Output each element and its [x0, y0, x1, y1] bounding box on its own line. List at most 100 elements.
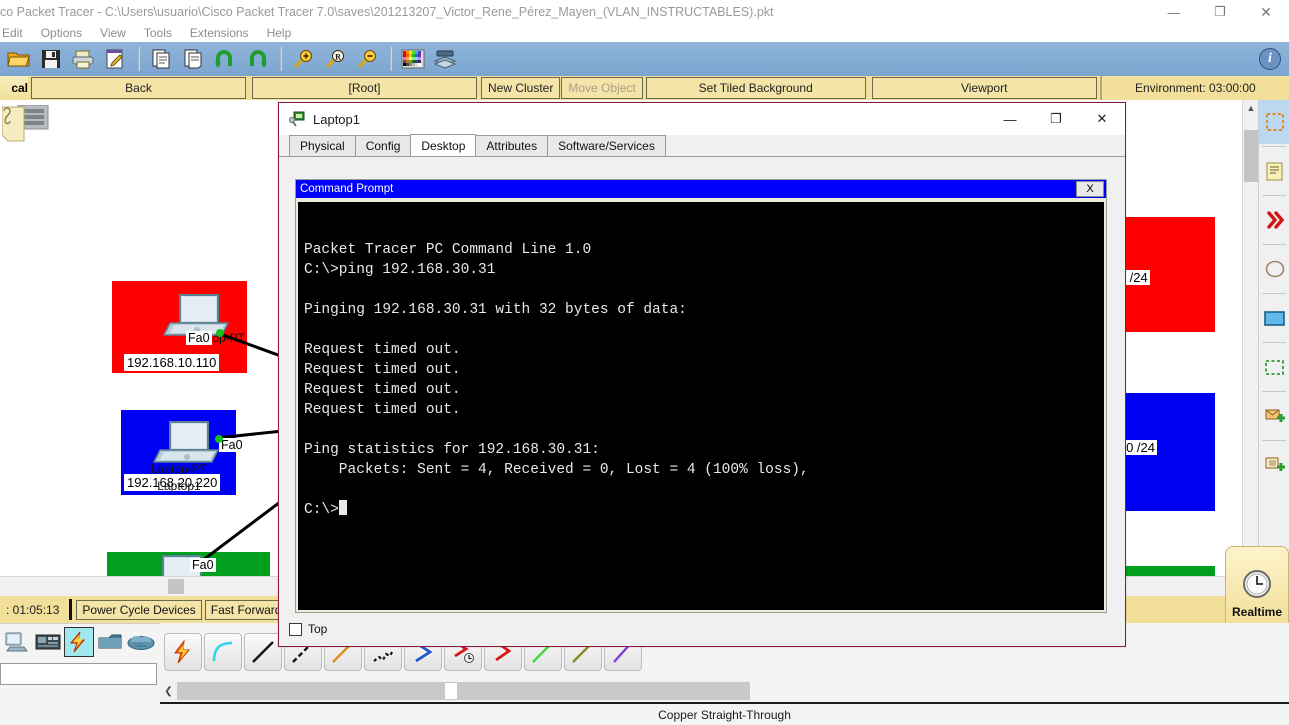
root-button[interactable]: [Root]	[252, 77, 477, 99]
scroll-left-arrow-icon[interactable]: ❮	[160, 682, 177, 700]
connections-icon[interactable]	[64, 627, 94, 657]
command-prompt-window: Command Prompt X Packet Tracer PC Comman…	[295, 179, 1107, 613]
device-icon	[289, 111, 305, 127]
save-icon[interactable]	[36, 45, 66, 73]
dialog-title-bar: Laptop1 — ❐ ✕	[279, 103, 1125, 135]
note-tool-icon[interactable]	[1259, 149, 1289, 193]
tab-software-services[interactable]: Software/Services	[547, 135, 666, 156]
menu-bar: Edit Options View Tools Extensions Help	[0, 24, 1289, 42]
device-type-palette	[0, 623, 160, 725]
tool-separator-7	[1262, 440, 1286, 441]
packet-tracer-window: co Packet Tracer - C:\Users\usuario\Cisc…	[0, 0, 1289, 725]
bottom-divider	[69, 599, 72, 620]
horizontal-scroll-thumb[interactable]	[445, 683, 457, 699]
terminal-text: Packet Tracer PC Command Line 1.0 C:\>pi…	[304, 242, 809, 518]
workspace-vertical-scrollbar[interactable]: ▲ ▼	[1242, 100, 1258, 576]
menu-item-options[interactable]: Options	[32, 26, 91, 40]
wan-cloud-icon[interactable]	[126, 627, 156, 657]
menu-item-extensions[interactable]: Extensions	[181, 26, 258, 40]
cable-palette-scrollbar[interactable]: ❮	[160, 681, 1289, 701]
power-cycle-devices-button[interactable]: Power Cycle Devices	[76, 600, 201, 620]
copper-straight-through-icon[interactable]	[244, 633, 282, 671]
new-cluster-button[interactable]: New Cluster	[481, 77, 560, 99]
zoom-reset-icon[interactable]: R	[320, 45, 350, 73]
window-title: co Packet Tracer - C:\Users\usuario\Cisc…	[0, 5, 774, 19]
viewport-button[interactable]: Viewport	[872, 77, 1097, 99]
resize-shape-tool-icon[interactable]	[1259, 345, 1289, 389]
scroll-up-arrow-icon[interactable]: ▲	[1243, 100, 1259, 116]
dialog-minimize-button[interactable]: —	[987, 103, 1033, 135]
status-bar: Copper Straight-Through	[160, 702, 1289, 725]
activity-wizard-icon[interactable]	[100, 45, 130, 73]
console-cable-icon[interactable]	[204, 633, 242, 671]
end-devices-pc-icon[interactable]	[2, 627, 32, 657]
realtime-mode-tab[interactable]: Realtime	[1225, 546, 1289, 623]
maximize-button[interactable]: ❐	[1197, 0, 1243, 24]
device-type-row	[0, 624, 160, 660]
menu-item-edit[interactable]: Edit	[0, 26, 32, 40]
custom-devices-icon[interactable]	[430, 45, 460, 73]
port-label-3: Fa0	[190, 558, 216, 572]
add-simple-pdu-icon[interactable]	[1259, 394, 1289, 438]
svg-text:R: R	[335, 53, 341, 62]
top-checkbox[interactable]	[289, 623, 302, 636]
window-controls: — ❐ ✕	[1151, 0, 1289, 24]
dialog-maximize-button[interactable]: ❐	[1033, 103, 1079, 135]
terminal-cursor	[339, 500, 347, 515]
multiuser-icon[interactable]	[95, 627, 125, 657]
paste-icon[interactable]	[178, 45, 208, 73]
tab-desktop[interactable]: Desktop	[410, 134, 476, 156]
select-tool-icon[interactable]	[1259, 100, 1289, 144]
tab-attributes[interactable]: Attributes	[475, 135, 548, 156]
move-object-button[interactable]: Move Object	[561, 77, 642, 99]
scroll-track[interactable]	[177, 682, 1289, 700]
simulation-time-label: : 01:05:13	[0, 603, 65, 617]
zoom-in-icon[interactable]	[288, 45, 318, 73]
dialog-title: Laptop1	[313, 112, 360, 127]
navigation-bar: cal Back [Root] New Cluster Move Object …	[0, 76, 1289, 100]
minimize-button[interactable]: —	[1151, 0, 1197, 24]
back-button[interactable]: Back	[31, 77, 246, 99]
terminal-output[interactable]: Packet Tracer PC Command Line 1.0 C:\>pi…	[298, 202, 1104, 610]
command-prompt-title-bar: Command Prompt X	[296, 180, 1106, 198]
close-button[interactable]: ✕	[1243, 0, 1289, 24]
rectangle-tool-icon[interactable]	[1259, 296, 1289, 340]
menu-item-view[interactable]: View	[91, 26, 135, 40]
redo-icon[interactable]	[242, 45, 272, 73]
copy-icon[interactable]	[146, 45, 176, 73]
open-icon[interactable]	[4, 45, 34, 73]
horizontal-scroll-thumb-top[interactable]	[168, 579, 184, 594]
add-complex-pdu-icon[interactable]	[1259, 443, 1289, 487]
device-filter-input[interactable]	[0, 663, 157, 685]
delete-tool-icon[interactable]	[1259, 198, 1289, 242]
palette-icon[interactable]	[398, 45, 428, 73]
logical-view-label: cal	[0, 76, 28, 100]
command-prompt-close-button[interactable]: X	[1076, 181, 1104, 197]
title-bar: co Packet Tracer - C:\Users\usuario\Cisc…	[0, 0, 1289, 24]
laptop1-dialog: Laptop1 — ❐ ✕ Physical Config Desktop At…	[278, 102, 1126, 647]
zoom-out-icon[interactable]	[352, 45, 382, 73]
realtime-label: Realtime	[1232, 605, 1282, 619]
toolbar-separator-1	[138, 47, 140, 71]
tab-physical[interactable]: Physical	[289, 135, 356, 156]
tool-separator-1	[1262, 146, 1286, 147]
set-tiled-background-button[interactable]: Set Tiled Background	[646, 77, 866, 99]
menu-item-help[interactable]: Help	[258, 26, 301, 40]
note-shape-icon	[2, 105, 48, 145]
automatic-cable-icon[interactable]	[164, 633, 202, 671]
tool-separator-4	[1262, 293, 1286, 294]
vertical-scroll-thumb[interactable]	[1244, 130, 1258, 182]
undo-icon[interactable]	[210, 45, 240, 73]
tab-config[interactable]: Config	[355, 135, 412, 156]
toolbar-separator-3	[390, 47, 392, 71]
print-icon[interactable]	[68, 45, 98, 73]
toolbar-separator-2	[280, 47, 282, 71]
command-prompt-title: Command Prompt	[300, 183, 393, 195]
menu-item-tools[interactable]: Tools	[135, 26, 181, 40]
dialog-close-button[interactable]: ✕	[1079, 103, 1125, 135]
port-status-dot-2	[215, 435, 223, 443]
scroll-trough[interactable]	[177, 682, 750, 700]
components-board-icon[interactable]	[33, 627, 63, 657]
ellipse-tool-icon[interactable]	[1259, 247, 1289, 291]
info-icon[interactable]: i	[1259, 48, 1281, 70]
